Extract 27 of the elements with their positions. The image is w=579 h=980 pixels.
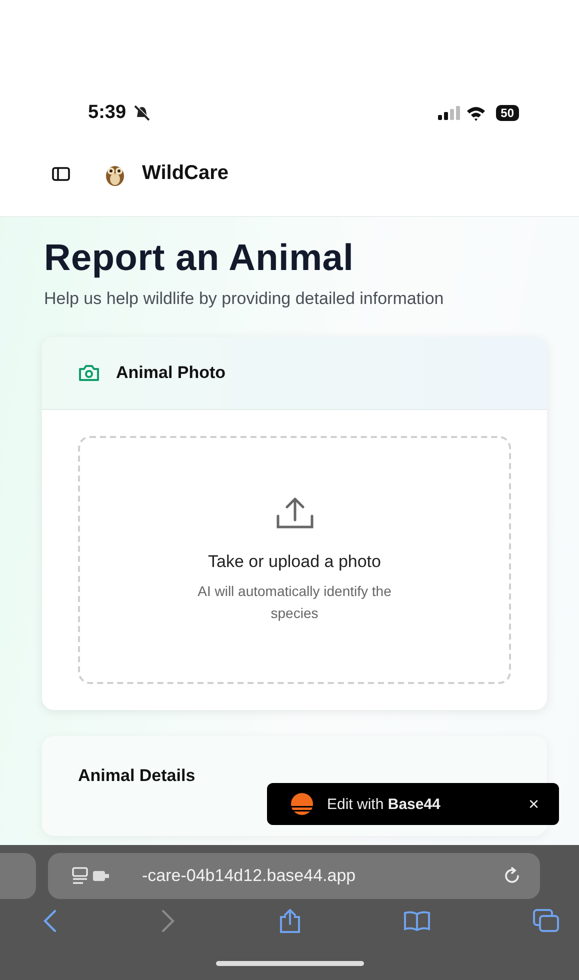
sidebar-toggle-icon[interactable] [52,166,70,180]
bell-slash-icon [132,104,152,122]
status-time: 5:39 [88,102,126,124]
camera-icon [78,364,100,382]
reload-icon[interactable] [502,866,522,886]
tabs-icon[interactable] [533,909,559,933]
page-subtitle: Help us help wildlife by providing detailed information [44,288,445,310]
signal-icon [438,106,460,120]
battery-indicator: 50 [496,105,519,121]
url-text: -care-04b14d12.base44.app [142,866,357,886]
tab-stub[interactable] [0,853,36,899]
card-title: Animal Details [78,766,196,785]
back-icon[interactable] [42,909,58,933]
share-icon[interactable] [278,908,300,934]
card-title: Animal Photo [116,363,226,383]
wifi-icon [466,106,486,120]
upload-area[interactable]: Take or upload a photo AI will automatically identify the species [78,436,511,684]
edit-badge[interactable]: Edit with Base44 × [267,783,559,825]
app-name: WildCare [142,162,229,185]
close-button[interactable]: × [524,794,543,814]
upload-hint: AI will automatically identify the species [196,582,392,623]
upload-icon [274,496,314,530]
page-title: Report an Animal [44,237,355,279]
book-icon[interactable] [402,910,431,932]
badge-text: Edit with Base44 [327,796,442,812]
upload-title: Take or upload a photo [208,552,381,572]
address-bar[interactable]: -care-04b14d12.base44.app [48,853,540,899]
